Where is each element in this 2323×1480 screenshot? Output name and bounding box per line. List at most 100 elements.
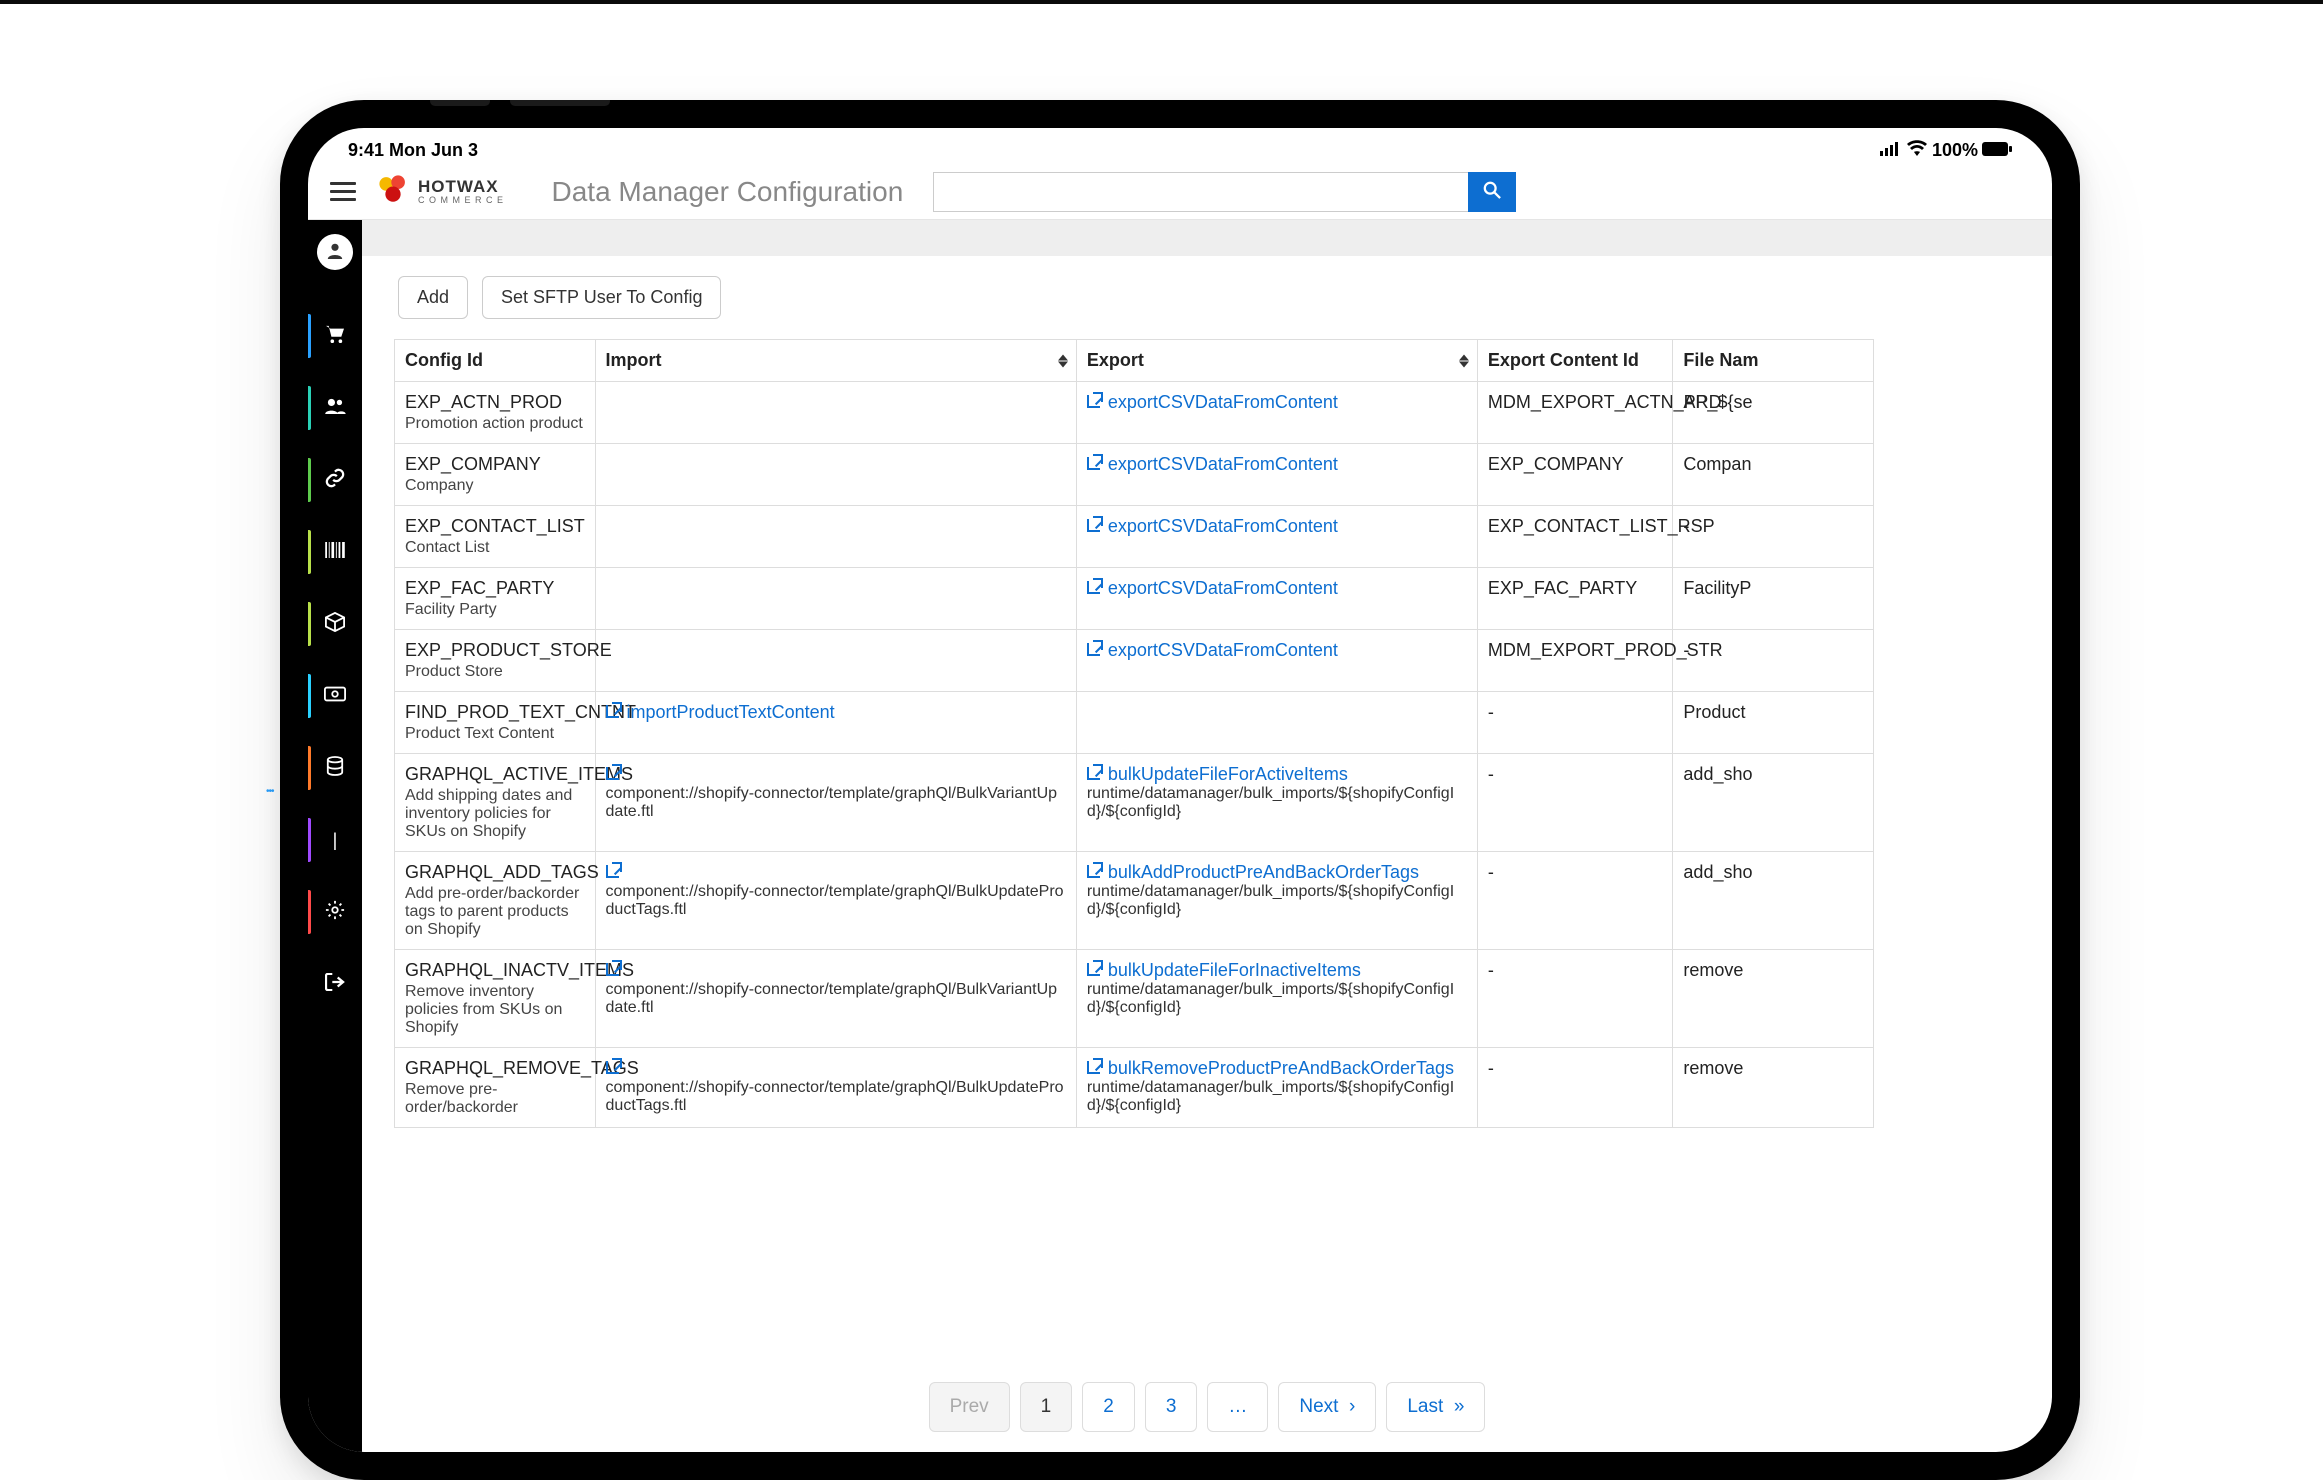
table-row: EXP_PRODUCT_STOREProduct Store exportCSV… xyxy=(395,630,1874,692)
pager-ellipsis: … xyxy=(1207,1382,1268,1432)
cell-config-id: EXP_COMPANYCompany xyxy=(395,444,596,506)
app-logo[interactable]: HOTWAX COMMERCE xyxy=(376,172,508,211)
sidebar-item-users[interactable] xyxy=(308,372,362,444)
cell-file-name: - xyxy=(1673,506,1874,568)
th-export[interactable]: Export xyxy=(1076,340,1477,382)
config-id: EXP_FAC_PARTY xyxy=(405,578,585,599)
table-row: GRAPHQL_REMOVE_TAGSRemove pre-order/back… xyxy=(395,1048,1874,1128)
gear-icon xyxy=(325,900,345,925)
config-id: EXP_ACTN_PROD xyxy=(405,392,585,413)
logo-text: HOTWAX xyxy=(418,178,508,195)
sidebar-item-money[interactable] xyxy=(308,660,362,732)
set-sftp-button[interactable]: Set SFTP User To Config xyxy=(482,276,721,319)
export-link[interactable]: exportCSVDataFromContent xyxy=(1087,578,1338,598)
cell-file-name: Product xyxy=(1673,692,1874,754)
export-link[interactable]: exportCSVDataFromContent xyxy=(1087,640,1338,660)
pipe-icon: | xyxy=(333,830,338,851)
add-button[interactable]: Add xyxy=(398,276,468,319)
sidebar-item-logout[interactable] xyxy=(308,948,362,1020)
pager-page-1[interactable]: 1 xyxy=(1020,1382,1073,1432)
users-icon xyxy=(324,398,346,419)
sort-icon[interactable] xyxy=(1058,354,1068,367)
pager-page-3[interactable]: 3 xyxy=(1145,1382,1198,1432)
sidebar-item-data[interactable] xyxy=(308,516,362,588)
cell-file-name: AP_${se xyxy=(1673,382,1874,444)
cell-config-id: EXP_ACTN_PRODPromotion action product xyxy=(395,382,596,444)
page-title: Data Manager Configuration xyxy=(552,176,904,208)
search-input[interactable] xyxy=(933,172,1468,212)
export-link[interactable]: bulkRemoveProductPreAndBackOrderTags xyxy=(1087,1058,1454,1078)
sidebar-item-cart[interactable] xyxy=(308,300,362,372)
sidebar-item-link[interactable] xyxy=(308,444,362,516)
chevron-double-right-icon: » xyxy=(1449,1396,1465,1417)
config-desc: Add pre-order/backorder tags to parent p… xyxy=(405,885,585,939)
table-scroll[interactable]: Config Id Import Export xyxy=(362,339,2052,1348)
cell-import xyxy=(595,444,1076,506)
search-button[interactable] xyxy=(1468,172,1516,212)
cell-export-content-id: EXP_COMPANY xyxy=(1477,444,1673,506)
cell-import: component://shopify-connector/template/g… xyxy=(595,1048,1076,1128)
database-icon xyxy=(326,756,344,781)
sidebar-item-separator: | xyxy=(308,804,362,876)
config-desc: Contact List xyxy=(405,539,585,557)
sidebar-item-settings[interactable] xyxy=(308,876,362,948)
pager-page-2[interactable]: 2 xyxy=(1082,1382,1135,1432)
export-link[interactable]: exportCSVDataFromContent xyxy=(1087,516,1338,536)
cell-file-name: - xyxy=(1673,630,1874,692)
main-content: Add Set SFTP User To Config Config Id xyxy=(362,220,2052,1452)
table-row: EXP_FAC_PARTYFacility Party exportCSVDat… xyxy=(395,568,1874,630)
external-link-icon xyxy=(1087,392,1103,408)
protruding-tab: ••• xyxy=(266,786,280,806)
cell-file-name: remove xyxy=(1673,1048,1874,1128)
cell-export: exportCSVDataFromContent xyxy=(1076,630,1477,692)
pager-next[interactable]: Next › xyxy=(1278,1382,1376,1432)
export-link[interactable]: exportCSVDataFromContent xyxy=(1087,454,1338,474)
pagination: Prev 1 2 3 … Next › Last » xyxy=(362,1348,2052,1452)
export-path: runtime/datamanager/bulk_imports/${shopi… xyxy=(1087,883,1467,919)
sidebar-avatar[interactable] xyxy=(317,234,353,270)
pager-prev[interactable]: Prev xyxy=(929,1382,1010,1432)
th-import[interactable]: Import xyxy=(595,340,1076,382)
import-path: component://shopify-connector/template/g… xyxy=(606,1079,1066,1115)
cell-import xyxy=(595,568,1076,630)
pager-last[interactable]: Last » xyxy=(1386,1382,1485,1432)
cell-file-name: FacilityP xyxy=(1673,568,1874,630)
cell-export: bulkUpdateFileForInactiveItemsruntime/da… xyxy=(1076,950,1477,1048)
external-link-icon xyxy=(1087,578,1103,594)
cell-import: component://shopify-connector/template/g… xyxy=(595,950,1076,1048)
sidebar: | xyxy=(308,220,362,1452)
export-link[interactable]: exportCSVDataFromContent xyxy=(1087,392,1338,412)
cell-config-id: GRAPHQL_ADD_TAGSAdd pre-order/backorder … xyxy=(395,852,596,950)
sort-icon[interactable] xyxy=(1459,354,1469,367)
import-link[interactable]: importProductTextContent xyxy=(606,702,835,722)
external-link-icon xyxy=(606,862,622,878)
cell-import xyxy=(595,382,1076,444)
external-link-icon xyxy=(1087,764,1103,780)
sidebar-item-database[interactable] xyxy=(308,732,362,804)
link-icon xyxy=(325,468,345,493)
top-strip xyxy=(0,0,2323,4)
cell-export: bulkUpdateFileForActiveItemsruntime/data… xyxy=(1076,754,1477,852)
export-link[interactable]: bulkUpdateFileForInactiveItems xyxy=(1087,960,1361,980)
export-path: runtime/datamanager/bulk_imports/${shopi… xyxy=(1087,981,1467,1017)
th-file-name[interactable]: File Nam xyxy=(1673,340,1874,382)
th-config-id[interactable]: Config Id xyxy=(395,340,596,382)
cell-export-content-id: MDM_EXPORT_PROD_STR xyxy=(1477,630,1673,692)
content-top-bar xyxy=(362,220,2052,256)
config-id: GRAPHQL_ACTIVE_ITEMS xyxy=(405,764,585,785)
cell-config-id: GRAPHQL_ACTIVE_ITEMSAdd shipping dates a… xyxy=(395,754,596,852)
signal-icon xyxy=(1880,140,1902,161)
cell-export xyxy=(1076,692,1477,754)
cell-import xyxy=(595,630,1076,692)
logout-icon xyxy=(325,973,345,996)
cell-import: importProductTextContent xyxy=(595,692,1076,754)
hamburger-menu-button[interactable] xyxy=(330,179,356,205)
th-export-content-id[interactable]: Export Content Id xyxy=(1477,340,1673,382)
table-row: GRAPHQL_ACTIVE_ITEMSAdd shipping dates a… xyxy=(395,754,1874,852)
config-desc: Company xyxy=(405,477,585,495)
sidebar-item-box[interactable] xyxy=(308,588,362,660)
export-link[interactable]: bulkAddProductPreAndBackOrderTags xyxy=(1087,862,1419,882)
config-id: GRAPHQL_INACTV_ITEMS xyxy=(405,960,585,981)
battery-percent: 100% xyxy=(1932,140,1978,161)
export-link[interactable]: bulkUpdateFileForActiveItems xyxy=(1087,764,1348,784)
